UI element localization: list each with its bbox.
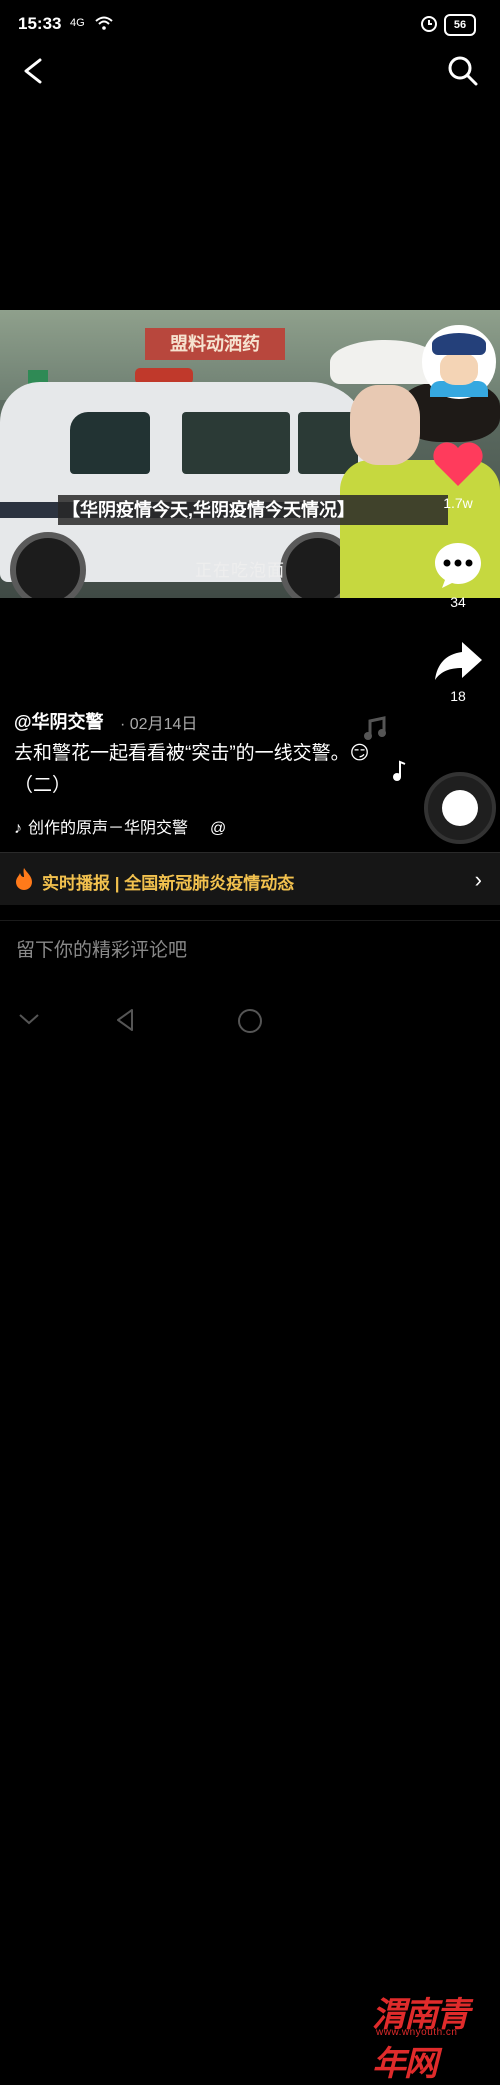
comment-input[interactable]: 留下你的精彩评论吧	[0, 920, 500, 977]
banner-label: 实时播报 | 全国新冠肺炎疫情动态	[42, 874, 295, 893]
search-icon[interactable]	[448, 56, 478, 86]
nav-home-icon[interactable]	[237, 1008, 263, 1034]
video-caption: 正在吃泡面	[195, 561, 285, 580]
live-report-banner[interactable]: 实时播报 | 全国新冠肺炎疫情动态 ›	[0, 852, 500, 905]
nav-down-icon[interactable]	[18, 1012, 40, 1026]
author-avatar[interactable]	[422, 325, 496, 399]
police-van	[0, 382, 370, 598]
video-title-overlay: 【华阴疫情今天,华阴疫情今天情况】	[58, 495, 448, 525]
shop-sign: 盟料动洒药	[145, 328, 285, 360]
post-date: · 02月14日	[120, 716, 198, 733]
tiktok-note-icon: ♪	[14, 820, 22, 837]
like-count: 1.7w	[443, 495, 473, 511]
wifi-icon	[95, 16, 113, 30]
network-indicator: 4G	[70, 17, 85, 29]
music-info[interactable]: ♪ 创作的原声－华阴交警 @	[14, 814, 226, 838]
comment-placeholder: 留下你的精彩评论吧	[16, 940, 188, 961]
battery-indicator: 56	[444, 14, 476, 36]
watermark-url: www.wnyouth.cn	[376, 2027, 458, 2038]
music-disc[interactable]	[424, 772, 496, 844]
back-icon[interactable]	[22, 58, 44, 84]
share-icon[interactable]	[432, 640, 484, 684]
like-heart-icon[interactable]	[432, 440, 484, 488]
author-name[interactable]: @华阴交警	[14, 708, 104, 734]
status-bar: 15:33 4G 56	[0, 0, 500, 48]
nav-back-icon[interactable]	[114, 1008, 136, 1032]
alarm-icon	[421, 16, 437, 32]
music-at: @	[210, 820, 227, 837]
system-nav-bar: 渭南青年网 www.wnyouth.cn	[0, 990, 500, 2084]
music-note-small-icon	[393, 760, 406, 781]
chevron-right-icon: ›	[474, 867, 482, 892]
status-time: 15:33	[18, 14, 62, 33]
post-description: 去和警花一起看看被“突击”的一线交警。😏（二）	[14, 743, 370, 796]
comment-count: 34	[450, 594, 466, 610]
watermark-logo: 渭南青年网 www.wnyouth.cn	[372, 1985, 498, 2084]
music-title: 创作的原声－华阴交警	[28, 820, 189, 837]
share-count: 18	[450, 688, 466, 704]
fire-icon	[16, 868, 32, 890]
comment-icon[interactable]	[432, 540, 484, 590]
